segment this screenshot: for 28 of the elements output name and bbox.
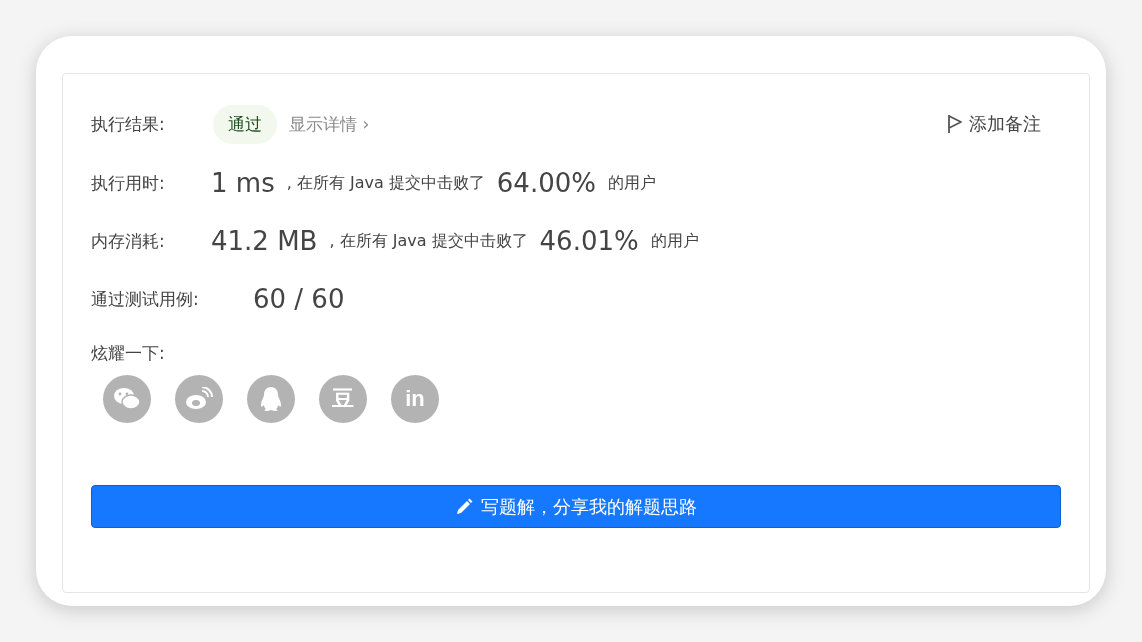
weibo-share-button[interactable]	[175, 375, 223, 423]
testcase-value: 60 / 60	[253, 284, 345, 314]
percentile-value: 64.00%	[496, 168, 596, 198]
stat-text: , 在所有 Java 提交中击败了	[329, 230, 528, 252]
chat-bubbles-icon	[113, 387, 141, 411]
write-solution-button[interactable]: 写题解，分享我的解题思路	[91, 485, 1061, 528]
penguin-icon	[260, 386, 282, 412]
pencil-icon	[455, 497, 473, 516]
linkedin-share-button[interactable]: in	[391, 375, 439, 423]
percentile-value: 46.01%	[539, 226, 639, 256]
result-label: 执行结果:	[91, 112, 166, 136]
flag-icon	[947, 114, 963, 134]
add-note-button[interactable]: 添加备注	[947, 112, 1061, 136]
stat-suffix: 的用户	[650, 230, 699, 252]
status-badge: 通过	[213, 104, 277, 144]
stat-label: 执行用时:	[91, 171, 166, 195]
douban-share-button[interactable]: 豆	[319, 375, 367, 423]
details-link[interactable]: 显示详情 ›	[289, 112, 370, 136]
share-label: 炫耀一下:	[91, 342, 166, 365]
stat-value: 1 ms	[211, 168, 275, 198]
eye-waves-icon	[185, 387, 213, 411]
stat-text: , 在所有 Java 提交中击败了	[286, 172, 485, 194]
testcase-label: 通过测试用例:	[91, 287, 200, 311]
wechat-share-button[interactable]	[103, 375, 151, 423]
stat-suffix: 的用户	[607, 172, 656, 194]
stat-value: 41.2 MB	[211, 226, 318, 256]
stat-label: 内存消耗:	[91, 229, 166, 253]
qq-share-button[interactable]	[247, 375, 295, 423]
